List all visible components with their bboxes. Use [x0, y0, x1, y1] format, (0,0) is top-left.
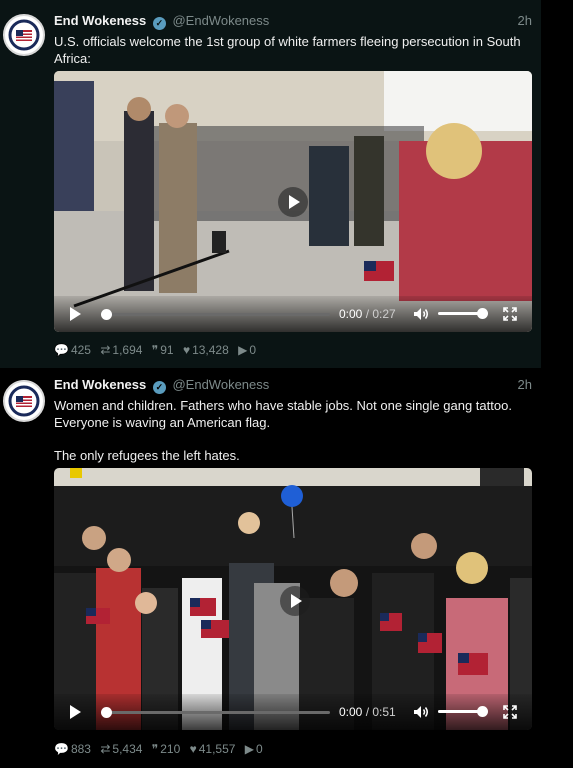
volume-icon[interactable]	[413, 705, 429, 719]
time-separator: /	[362, 705, 373, 719]
seek-handle[interactable]	[101, 707, 112, 718]
seek-bar[interactable]	[101, 707, 330, 718]
quote-count: 91	[160, 343, 174, 357]
tweet-header: End Wokeness ✓ @EndWokeness 2h	[54, 376, 532, 394]
center-play-button[interactable]	[278, 187, 308, 217]
fullscreen-icon[interactable]	[503, 705, 517, 719]
volume-handle[interactable]	[477, 706, 488, 717]
like-stat[interactable]: ♥ 41,557	[190, 741, 236, 757]
quote-icon: ❞	[151, 742, 159, 756]
views-count: 0	[249, 343, 257, 357]
tweet-paragraph: Women and children. Fathers who have sta…	[54, 398, 512, 430]
play-icon[interactable]	[70, 307, 81, 321]
video-timecode: 0:00 / 0:27	[339, 307, 396, 321]
avatar[interactable]	[3, 14, 45, 56]
play-icon: ▶	[238, 343, 248, 357]
volume-icon[interactable]	[413, 307, 429, 321]
retweet-icon: ⇄	[100, 343, 111, 357]
tweet-text: Women and children. Fathers who have sta…	[54, 397, 534, 464]
speech-bubble-icon: 💬	[54, 343, 69, 357]
time-separator: /	[362, 307, 373, 321]
like-count: 41,557	[198, 742, 236, 756]
author-handle[interactable]: @EndWokeness	[172, 377, 269, 392]
author-handle[interactable]: @EndWokeness	[172, 13, 269, 28]
tweet-header: End Wokeness ✓ @EndWokeness 2h	[54, 12, 532, 30]
quote-count: 210	[160, 742, 181, 756]
center-play-button[interactable]	[280, 586, 310, 616]
retweet-stat[interactable]: ⇄ 1,694	[100, 342, 142, 358]
timestamp[interactable]: 2h	[518, 376, 532, 394]
verified-badge-icon: ✓	[152, 381, 166, 394]
volume-handle[interactable]	[477, 308, 488, 319]
like-count: 13,428	[192, 343, 229, 357]
quote-stat[interactable]: ❞ 91	[152, 342, 174, 358]
seek-handle[interactable]	[101, 309, 112, 320]
video-player[interactable]: 0:00 / 0:27	[54, 71, 532, 332]
reply-stat[interactable]: 💬 425	[54, 342, 91, 358]
retweet-stat[interactable]: ⇄ 5,434	[100, 741, 142, 757]
reply-stat[interactable]: 💬 883	[54, 741, 91, 757]
timestamp[interactable]: 2h	[518, 12, 532, 30]
video-controls: 0:00 / 0:51	[54, 694, 532, 730]
author-name[interactable]: End Wokeness	[54, 377, 146, 392]
heart-icon: ♥	[189, 742, 197, 756]
tweet-stats: 💬 883 ⇄ 5,434 ❞ 210 ♥ 41,557 ▶ 0	[54, 741, 269, 757]
views-stat[interactable]: ▶ 0	[238, 342, 256, 358]
retweet-count: 1,694	[112, 343, 143, 357]
play-icon: ▶	[244, 742, 255, 756]
seek-bar[interactable]	[101, 309, 330, 320]
tweet-paragraph: U.S. officials welcome the 1st group of …	[54, 34, 521, 66]
reply-count: 883	[70, 742, 91, 756]
avatar[interactable]	[3, 380, 45, 422]
video-player[interactable]: 0:00 / 0:51	[54, 468, 532, 730]
reply-count: 425	[70, 343, 91, 357]
speech-bubble-icon: 💬	[54, 742, 69, 756]
verified-badge-icon: ✓	[152, 17, 166, 30]
current-time: 0:00	[339, 705, 363, 719]
views-stat[interactable]: ▶ 0	[245, 741, 263, 757]
quote-icon: ❞	[151, 343, 159, 357]
quote-stat[interactable]: ❞ 210	[152, 741, 181, 757]
tweet-2: End Wokeness ✓ @EndWokeness 2h Women and…	[0, 368, 541, 768]
fullscreen-icon[interactable]	[503, 307, 517, 321]
tweet-paragraph: The only refugees the left hates.	[54, 448, 240, 463]
total-time: 0:27	[372, 307, 396, 321]
heart-icon: ♥	[182, 343, 191, 357]
views-count: 0	[256, 742, 263, 756]
volume-slider[interactable]	[438, 706, 488, 717]
total-time: 0:51	[372, 705, 396, 719]
play-icon[interactable]	[70, 705, 81, 719]
volume-slider[interactable]	[438, 308, 488, 319]
like-stat[interactable]: ♥ 13,428	[183, 342, 229, 358]
video-timecode: 0:00 / 0:51	[339, 705, 396, 719]
current-time: 0:00	[339, 307, 363, 321]
tweet-text: U.S. officials welcome the 1st group of …	[54, 33, 534, 67]
retweet-icon: ⇄	[100, 742, 111, 756]
video-controls: 0:00 / 0:27	[54, 296, 532, 332]
tweet-1: End Wokeness ✓ @EndWokeness 2h U.S. offi…	[0, 0, 541, 368]
tweet-stats: 💬 425 ⇄ 1,694 ❞ 91 ♥ 13,428 ▶ 0	[54, 342, 262, 358]
author-name[interactable]: End Wokeness	[54, 13, 146, 28]
retweet-count: 5,434	[112, 742, 143, 756]
